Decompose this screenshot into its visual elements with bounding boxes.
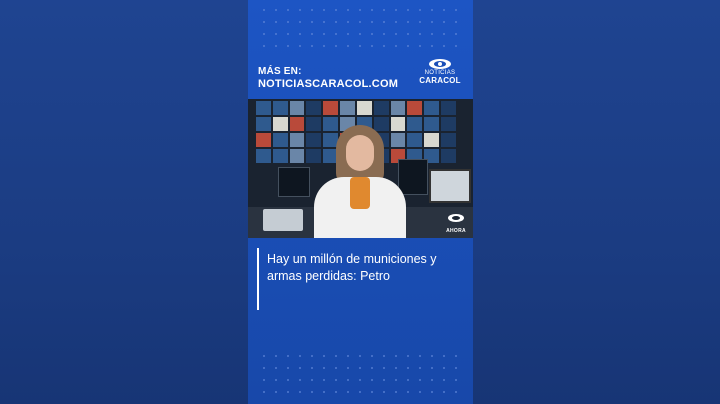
- dot-pattern-bottom: [258, 350, 463, 396]
- right-background: [472, 0, 720, 404]
- bug-label: AHORA: [446, 228, 466, 234]
- channel-bug: AHORA: [445, 210, 467, 234]
- caracol-logo: NOTICIAS CARACOL: [417, 58, 463, 92]
- dot-pattern-top: [258, 4, 463, 50]
- studio-monitor-left: [278, 167, 310, 197]
- site-link[interactable]: NOTICIASCARACOL.COM: [258, 78, 398, 90]
- laptop: [263, 209, 303, 231]
- caracol-bug-icon: [448, 214, 464, 222]
- studio-screen-right: [429, 169, 471, 203]
- news-anchor: [310, 125, 410, 238]
- headline-accent-bar: [257, 248, 259, 310]
- headline-block: Hay un millón de municiones y armas perd…: [257, 248, 463, 310]
- left-background: [0, 0, 248, 404]
- logo-line2: CARACOL: [419, 76, 461, 85]
- promo-row: MÁS EN: NOTICIASCARACOL.COM NOTICIAS CAR…: [258, 59, 463, 94]
- headline-text: Hay un millón de municiones y armas perd…: [267, 252, 437, 283]
- short-video-frame[interactable]: MÁS EN: NOTICIASCARACOL.COM NOTICIAS CAR…: [248, 0, 473, 404]
- caracol-eye-icon: [429, 59, 451, 69]
- newsroom-video[interactable]: AHORA: [248, 99, 473, 238]
- mas-en-label: MÁS EN:: [258, 66, 302, 77]
